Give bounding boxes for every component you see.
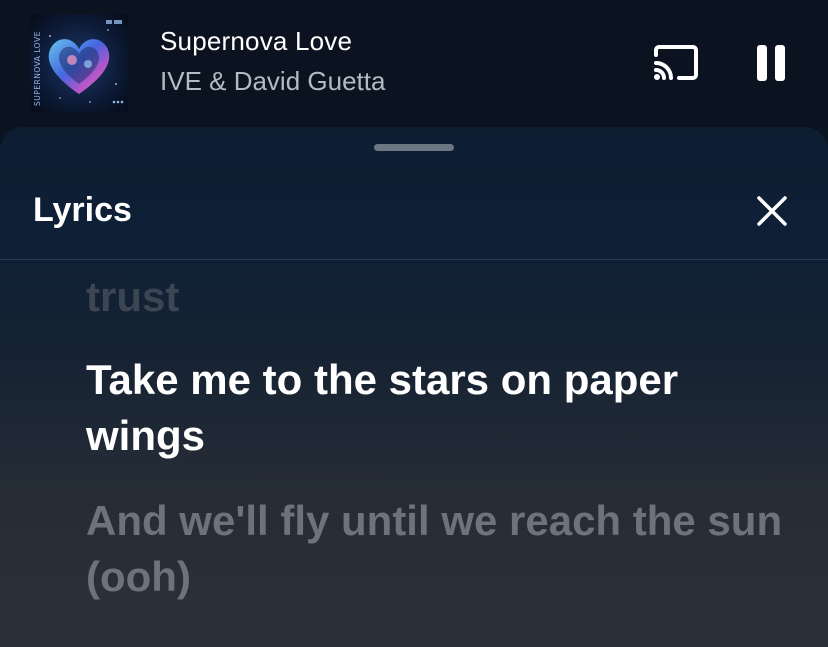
close-icon: [757, 196, 787, 226]
cast-button[interactable]: [651, 44, 701, 84]
header-divider: [0, 259, 828, 260]
lyric-line-previous[interactable]: trust: [86, 269, 786, 325]
svg-text:SUPERNOVA LOVE: SUPERNOVA LOVE: [33, 31, 42, 106]
sheet-grabber-handle[interactable]: [374, 144, 454, 151]
pause-icon: [757, 45, 785, 81]
lyric-line-next[interactable]: And we'll fly until we reach the sun (oo…: [86, 493, 786, 605]
lyrics-sheet[interactable]: Lyrics trust Take me to the stars on pap…: [0, 127, 828, 647]
heart-galaxy-cover-art: SUPERNOVA LOVE: [30, 14, 128, 112]
track-title: Supernova Love: [160, 26, 353, 56]
cast-icon: [654, 45, 698, 80]
pause-button[interactable]: [754, 44, 790, 84]
track-artist: IVE & David Guetta: [160, 66, 386, 96]
now-playing-bar[interactable]: SUPERNOVA LOVE Supernova Love IVE & Davi…: [0, 0, 828, 128]
lyrics-title: Lyrics: [33, 191, 132, 229]
lyric-line-current[interactable]: Take me to the stars on paper wings: [86, 352, 786, 464]
album-art[interactable]: SUPERNOVA LOVE: [30, 14, 128, 112]
close-button[interactable]: [752, 191, 792, 231]
